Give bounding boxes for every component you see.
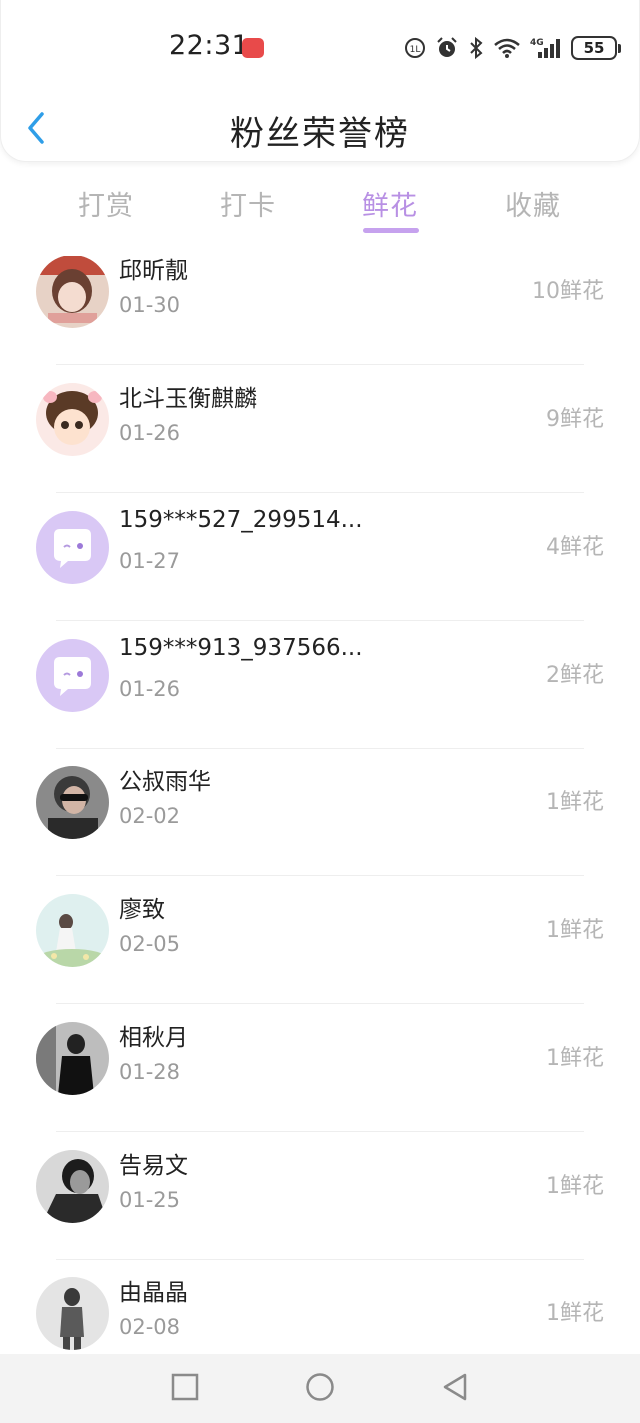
tab-bar: 打赏 打卡 鲜花 收藏 (0, 176, 640, 240)
avatar (36, 766, 109, 839)
back-icon[interactable] (440, 1372, 470, 1402)
recent-apps-icon[interactable] (170, 1372, 200, 1402)
list-item[interactable]: 北斗玉衡麒麟 01-26 9鲜花 (0, 365, 640, 493)
fan-date: 02-02 (119, 804, 181, 828)
list-item[interactable]: 159***913_937566... 01-26 2鲜花 (0, 621, 640, 749)
active-tab-indicator (363, 228, 419, 233)
battery-icon: 55 (571, 36, 621, 60)
bluetooth-icon (470, 36, 483, 60)
avatar (36, 256, 109, 328)
avatar (36, 1277, 109, 1350)
flower-count: 9鲜花 (546, 407, 604, 432)
tab-reward[interactable]: 打赏 (56, 184, 156, 223)
system-navigation-bar (0, 1354, 640, 1423)
fan-name: 邱昕靓 (119, 258, 188, 284)
volte-icon: 1L (405, 38, 425, 58)
status-time: 22:31 (169, 30, 250, 61)
avatar (36, 639, 109, 712)
fan-name: 由晶晶 (119, 1280, 188, 1306)
svg-text:1L: 1L (410, 45, 421, 55)
fan-date: 01-30 (119, 293, 181, 317)
flower-count: 2鲜花 (546, 663, 604, 688)
alarm-icon (437, 37, 457, 57)
fan-name: 公叔雨华 (119, 769, 211, 795)
avatar (36, 894, 109, 967)
tab-favorites[interactable]: 收藏 (483, 184, 583, 223)
flower-count: 1鲜花 (546, 1174, 604, 1199)
list-item[interactable]: 由晶晶 02-08 1鲜花 (0, 1259, 640, 1354)
list-item[interactable]: 公叔雨华 02-02 1鲜花 (0, 748, 640, 876)
fan-name: 159***913_937566... (119, 635, 363, 661)
app-notification-icon (242, 38, 264, 58)
fan-date: 01-26 (119, 677, 181, 701)
svg-text:4G: 4G (530, 38, 544, 48)
default-chat-icon (36, 511, 109, 584)
list-item[interactable]: 邱昕靓 01-30 10鲜花 (0, 256, 640, 365)
fan-date: 01-28 (119, 1060, 181, 1084)
wifi-icon (494, 38, 520, 58)
fan-date: 01-25 (119, 1188, 181, 1212)
default-chat-icon (36, 639, 109, 712)
top-bar: 22:31 1L 4G 55 粉丝荣誉榜 (0, 0, 640, 162)
tab-flowers[interactable]: 鲜花 (340, 184, 440, 223)
tab-checkin[interactable]: 打卡 (198, 184, 298, 223)
flower-count: 10鲜花 (532, 279, 604, 304)
fan-name: 159***527_299514... (119, 507, 363, 533)
home-icon[interactable] (305, 1372, 335, 1402)
list-item[interactable]: 159***527_299514... 01-27 4鲜花 (0, 493, 640, 621)
avatar (36, 1022, 109, 1095)
flower-count: 4鲜花 (546, 535, 604, 560)
avatar (36, 1150, 109, 1223)
avatar (36, 383, 109, 456)
list-item[interactable]: 相秋月 01-28 1鲜花 (0, 1004, 640, 1132)
page-title: 粉丝荣誉榜 (230, 114, 410, 154)
fan-date: 01-26 (119, 421, 181, 445)
flower-count: 1鲜花 (546, 918, 604, 943)
avatar (36, 511, 109, 584)
fan-date: 01-27 (119, 549, 181, 573)
fan-name: 告易文 (119, 1153, 188, 1179)
fan-date: 02-08 (119, 1315, 181, 1339)
flower-count: 1鲜花 (546, 1301, 604, 1326)
flower-count: 1鲜花 (546, 790, 604, 815)
list-item[interactable]: 告易文 01-25 1鲜花 (0, 1132, 640, 1260)
fan-name: 廖致 (119, 897, 165, 923)
fan-list[interactable]: 邱昕靓 01-30 10鲜花 北斗玉衡麒麟 01-26 9鲜花 159***52… (0, 256, 640, 1354)
fan-name: 北斗玉衡麒麟 (119, 386, 257, 412)
fan-name: 相秋月 (119, 1025, 188, 1051)
flower-count: 1鲜花 (546, 1046, 604, 1071)
list-item[interactable]: 廖致 02-05 1鲜花 (0, 876, 640, 1004)
fan-date: 02-05 (119, 932, 181, 956)
signal-4g-icon: 4G (530, 38, 560, 58)
status-icons: 1L 4G 55 (404, 34, 621, 62)
